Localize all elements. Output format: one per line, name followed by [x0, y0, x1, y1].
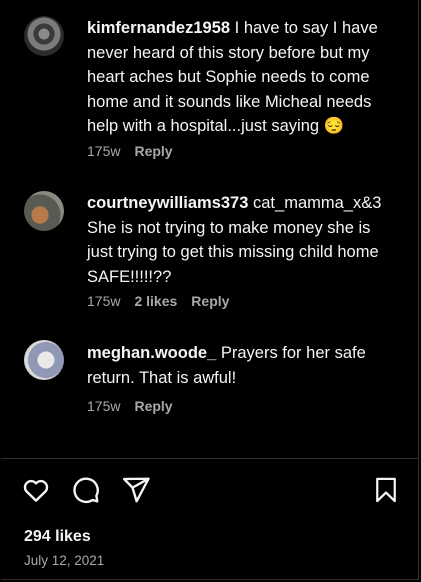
- bookmark-icon[interactable]: [372, 475, 400, 510]
- comment-age[interactable]: 175w: [87, 293, 120, 309]
- section-divider: [1, 458, 418, 459]
- comment-meta: 175w Reply: [87, 143, 173, 159]
- comment-text: courtneywilliams373 cat_mamma_x&3 She is…: [87, 191, 397, 289]
- avatar[interactable]: [24, 191, 64, 231]
- avatar[interactable]: [24, 340, 64, 380]
- comment-age[interactable]: 175w: [87, 398, 120, 414]
- reply-button[interactable]: Reply: [134, 398, 172, 414]
- action-bar: [21, 475, 400, 505]
- comments-panel: kimfernandez1958 I have to say I have ne…: [1, 0, 419, 580]
- likes-count-button[interactable]: 2 likes: [134, 293, 177, 309]
- avatar[interactable]: [24, 16, 64, 56]
- comment-username[interactable]: meghan.woode_: [87, 344, 216, 362]
- post-likes-count[interactable]: 294 likes: [24, 528, 91, 546]
- comment-text: meghan.woode_ Prayers for her safe retur…: [87, 341, 397, 390]
- comment-meta: 175w Reply: [87, 398, 173, 414]
- comment-text: kimfernandez1958 I have to say I have ne…: [87, 16, 397, 139]
- comment-age[interactable]: 175w: [87, 143, 120, 159]
- heart-icon[interactable]: [21, 475, 51, 510]
- reply-button[interactable]: Reply: [134, 143, 172, 159]
- post-date[interactable]: July 12, 2021: [24, 553, 104, 568]
- reply-button[interactable]: Reply: [191, 293, 229, 309]
- comment-username[interactable]: kimfernandez1958: [87, 19, 230, 37]
- comment-icon[interactable]: [71, 475, 101, 510]
- comment-meta: 175w 2 likes Reply: [87, 293, 229, 309]
- share-icon[interactable]: [121, 475, 151, 510]
- comment-username[interactable]: courtneywilliams373: [87, 194, 248, 212]
